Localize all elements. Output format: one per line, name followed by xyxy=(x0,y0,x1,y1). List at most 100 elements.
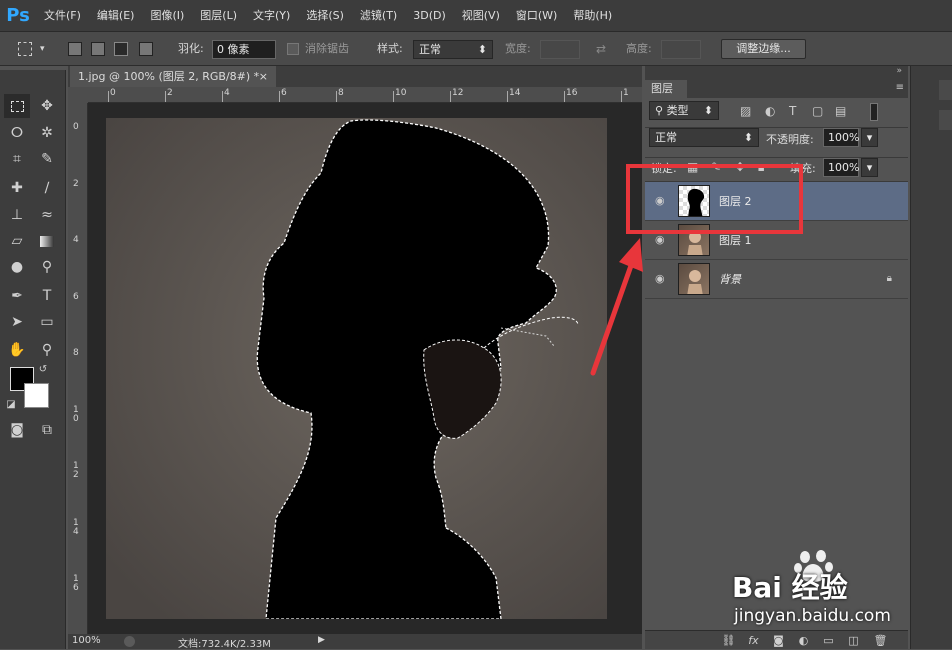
eraser-icon[interactable]: ▱ xyxy=(4,229,30,253)
healing-icon[interactable]: ✚ xyxy=(4,176,30,200)
canvas-artwork xyxy=(106,118,607,619)
panel-header-strip: » xyxy=(645,66,908,80)
ruler-tick-label: 6 xyxy=(73,291,79,302)
menu-item[interactable]: 文字(Y) xyxy=(245,0,298,32)
chevron-down-icon[interactable]: ▾ xyxy=(861,128,878,147)
ruler-tick-label: 14 xyxy=(509,88,521,98)
annotation-arrow xyxy=(590,238,643,376)
blend-mode-select[interactable]: 正常 ⬍ xyxy=(649,128,759,147)
play-arrow-icon[interactable]: ▶ xyxy=(318,635,325,645)
layers-tab[interactable]: 图层 xyxy=(645,80,687,98)
width-input[interactable] xyxy=(540,40,580,59)
height-input[interactable] xyxy=(661,40,701,59)
photoshop-logo: Ps xyxy=(6,5,30,26)
filter-shape-icon[interactable]: ▢ xyxy=(812,104,823,118)
menu-item[interactable]: 3D(D) xyxy=(405,0,454,32)
swap-icon[interactable]: ⇄ xyxy=(596,40,606,58)
fill-input[interactable]: 100% xyxy=(823,158,859,177)
menu-item[interactable]: 帮助(H) xyxy=(565,0,620,32)
menu-item[interactable]: 滤镜(T) xyxy=(352,0,405,32)
quick-mask-icon[interactable]: ◙ xyxy=(4,418,30,442)
chevron-down-icon[interactable]: ▾ xyxy=(861,158,878,177)
menu-item[interactable]: 视图(V) xyxy=(454,0,508,32)
document-info[interactable]: 文档:732.4K/2.33M xyxy=(178,635,271,650)
menu-item[interactable]: 窗口(W) xyxy=(508,0,565,32)
move-tool-icon[interactable]: ✥ xyxy=(34,94,60,118)
height-label: 高度: xyxy=(626,42,652,55)
menu-item[interactable]: 图层(L) xyxy=(192,0,245,32)
document-canvas[interactable] xyxy=(106,118,607,619)
antialias-checkbox[interactable] xyxy=(287,43,299,55)
visibility-eye-icon[interactable]: ◉ xyxy=(655,273,667,285)
status-indicator-icon[interactable] xyxy=(124,636,135,647)
eyedropper-icon[interactable]: ✎ xyxy=(34,147,60,171)
collapsed-panel-icon[interactable] xyxy=(939,110,952,130)
antialias-label: 消除锯齿 xyxy=(305,42,349,55)
zoom-level[interactable]: 100% xyxy=(72,635,101,646)
collapse-panel-icon[interactable]: » xyxy=(896,66,902,76)
swap-colors-icon[interactable]: ↺ xyxy=(36,362,50,376)
new-selection-icon[interactable] xyxy=(68,42,82,56)
watermark-brand: Bai 经验 xyxy=(732,571,848,604)
subtract-selection-icon[interactable] xyxy=(114,42,128,56)
document-tab[interactable]: 1.jpg @ 100% (图层 2, RGB/8#) * × xyxy=(70,66,276,87)
feather-input[interactable]: 0 像素 xyxy=(212,40,276,59)
crop-icon[interactable]: ⌗ xyxy=(4,147,30,171)
layer-thumbnail xyxy=(678,263,710,295)
lasso-icon[interactable]: ⵔ xyxy=(4,121,30,145)
marquee-preset-icon[interactable] xyxy=(18,42,32,56)
background-color-swatch[interactable] xyxy=(24,383,49,408)
collapsed-panel-icon[interactable] xyxy=(939,80,952,100)
close-icon[interactable]: × xyxy=(259,66,268,87)
menu-item[interactable]: 编辑(E) xyxy=(89,0,143,32)
menu-item[interactable]: 文件(F) xyxy=(36,0,89,32)
menu-bar: Ps 文件(F) 编辑(E) 图像(I) 图层(L) 文字(Y) 选择(S) 滤镜(T) 3D… xyxy=(0,0,952,32)
dodge-icon[interactable]: ⚲ xyxy=(34,255,60,279)
ruler-tick-label: 1 6 xyxy=(73,574,79,593)
brush-icon[interactable]: ∕ xyxy=(34,176,60,200)
shape-icon[interactable]: ▭ xyxy=(34,310,60,334)
opacity-label: 不透明度: xyxy=(766,133,814,146)
layers-panel-tabrow: 图层 ≡ xyxy=(645,80,908,98)
history-brush-icon[interactable]: ≈ xyxy=(34,203,60,227)
opacity-input[interactable]: 100% xyxy=(823,128,859,147)
filter-toggle[interactable] xyxy=(870,103,878,121)
path-select-icon[interactable]: ➤ xyxy=(4,310,30,334)
type-tool-icon[interactable]: T xyxy=(34,284,60,308)
intersect-selection-icon[interactable] xyxy=(139,42,153,56)
blur-icon[interactable]: ● xyxy=(4,255,30,279)
filter-type-select[interactable]: ⚲ 类型 ⬍ xyxy=(649,101,719,120)
menu-item[interactable]: 选择(S) xyxy=(298,0,352,32)
visibility-eye-icon[interactable]: ◉ xyxy=(655,234,667,246)
document-tab-row: 1.jpg @ 100% (图层 2, RGB/8#) * × xyxy=(68,66,642,87)
filter-pixel-icon[interactable]: ▨ xyxy=(740,104,751,118)
layer-name[interactable]: 背景 xyxy=(719,260,741,299)
layer-row-background[interactable]: ◉ 背景 🔒︎ xyxy=(645,260,908,299)
default-colors-icon[interactable]: ◪ xyxy=(4,397,18,411)
filter-adjustment-icon[interactable]: ◐ xyxy=(765,104,775,118)
magic-wand-icon[interactable]: ✲ xyxy=(34,121,60,145)
filter-search-icon: ⚲ xyxy=(655,104,667,117)
stamp-icon[interactable]: ⊥ xyxy=(4,203,30,227)
lock-icon: 🔒︎ xyxy=(886,273,892,284)
add-selection-icon[interactable] xyxy=(91,42,105,56)
chevron-updown-icon: ⬍ xyxy=(743,131,753,144)
gradient-icon[interactable] xyxy=(34,229,60,253)
ruler-tick-label: 8 xyxy=(338,88,344,98)
chevron-down-icon[interactable]: ▾ xyxy=(40,40,45,58)
ruler-tick-label: 8 xyxy=(73,348,79,358)
hand-icon[interactable]: ✋ xyxy=(4,338,30,362)
refine-edge-button[interactable]: 调整边缘... xyxy=(721,39,806,59)
screen-mode-icon[interactable]: ⧉ xyxy=(34,418,60,442)
ruler-corner xyxy=(68,87,88,103)
style-select[interactable]: 正常 ⬍ xyxy=(413,40,493,59)
panel-menu-icon[interactable]: ≡ xyxy=(896,82,904,93)
filter-smart-icon[interactable]: ▤ xyxy=(835,104,846,118)
menu-item[interactable]: 图像(I) xyxy=(142,0,192,32)
ruler-tick-label: 2 xyxy=(167,88,173,98)
ruler-tick-label: 2 xyxy=(73,178,79,189)
pen-icon[interactable]: ✒ xyxy=(4,284,30,308)
zoom-icon[interactable]: ⚲ xyxy=(34,338,60,362)
rect-marquee-icon[interactable] xyxy=(4,94,30,118)
filter-type-icon[interactable]: T xyxy=(789,104,796,118)
